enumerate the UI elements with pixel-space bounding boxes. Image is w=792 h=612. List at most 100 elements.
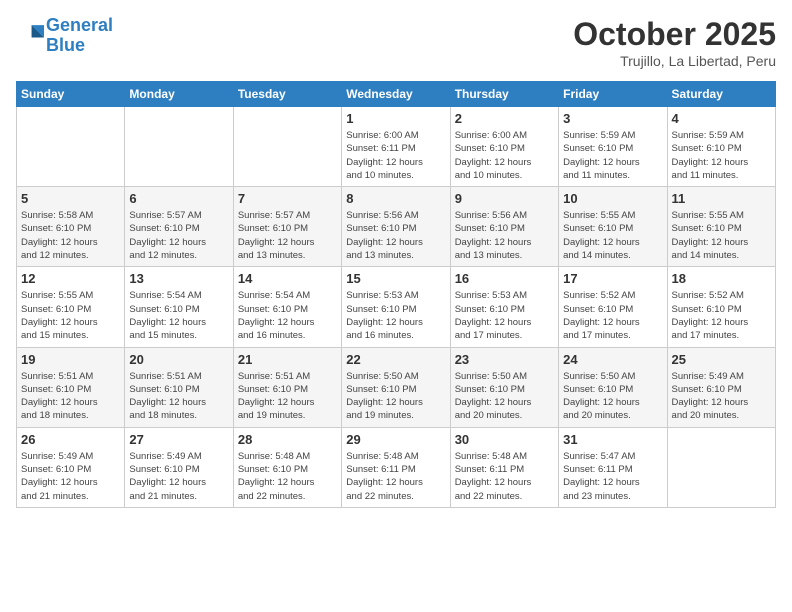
calendar-cell: 13 Sunrise: 5:54 AM Sunset: 6:10 PM Dayli… bbox=[125, 267, 233, 347]
calendar-cell: 29Sunrise: 5:48 AM Sunset: 6:11 PM Dayli… bbox=[342, 427, 450, 507]
calendar-cell: 23 Sunrise: 5:50 AM Sunset: 6:10 PM Dayli… bbox=[450, 347, 558, 427]
day-info: Sunrise: 5:53 AM Sunset: 6:10 PM Dayligh… bbox=[346, 289, 445, 342]
day-info: Sunrise: 5:48 AM Sunset: 6:10 PM Dayligh… bbox=[238, 450, 337, 503]
calendar-cell: 19 Sunrise: 5:51 AM Sunset: 6:10 PM Dayli… bbox=[17, 347, 125, 427]
day-number: 7 bbox=[238, 191, 337, 206]
calendar-cell bbox=[125, 107, 233, 187]
day-info: Sunrise: 5:49 AM Sunset: 6:10 PM Dayligh… bbox=[21, 450, 120, 503]
logo-general: General bbox=[46, 15, 113, 35]
logo-text: General Blue bbox=[46, 16, 113, 56]
calendar-cell: 26 Sunrise: 5:49 AM Sunset: 6:10 PM Dayli… bbox=[17, 427, 125, 507]
day-number: 21 bbox=[238, 352, 337, 367]
calendar-cell bbox=[17, 107, 125, 187]
day-info: Sunrise: 5:48 AM Sunset: 6:11 PM Dayligh… bbox=[455, 450, 554, 503]
month-title: October 2025 bbox=[573, 16, 776, 53]
calendar-cell: 22Sunrise: 5:50 AM Sunset: 6:10 PM Dayli… bbox=[342, 347, 450, 427]
calendar-cell: 21Sunrise: 5:51 AM Sunset: 6:10 PM Dayli… bbox=[233, 347, 341, 427]
calendar-cell: 14 Sunrise: 5:54 AM Sunset: 6:10 PM Dayli… bbox=[233, 267, 341, 347]
day-number: 27 bbox=[129, 432, 228, 447]
day-number: 28 bbox=[238, 432, 337, 447]
day-info: Sunrise: 5:51 AM Sunset: 6:10 PM Dayligh… bbox=[21, 370, 120, 423]
day-number: 18 bbox=[672, 271, 771, 286]
day-info: Sunrise: 5:52 AM Sunset: 6:10 PM Dayligh… bbox=[672, 289, 771, 342]
day-info: Sunrise: 5:49 AM Sunset: 6:10 PM Dayligh… bbox=[672, 370, 771, 423]
calendar-cell: 6 Sunrise: 5:57 AM Sunset: 6:10 PM Daylig… bbox=[125, 187, 233, 267]
day-number: 16 bbox=[455, 271, 554, 286]
week-row-1: 1 Sunrise: 6:00 AM Sunset: 6:11 PM Daylig… bbox=[17, 107, 776, 187]
title-block: October 2025 Trujillo, La Libertad, Peru bbox=[573, 16, 776, 69]
day-number: 2 bbox=[455, 111, 554, 126]
day-number: 6 bbox=[129, 191, 228, 206]
calendar-cell: 16 Sunrise: 5:53 AM Sunset: 6:10 PM Dayli… bbox=[450, 267, 558, 347]
page-header: General Blue October 2025 Trujillo, La L… bbox=[16, 16, 776, 69]
calendar-cell: 5Sunrise: 5:58 AM Sunset: 6:10 PM Daylig… bbox=[17, 187, 125, 267]
week-row-5: 26 Sunrise: 5:49 AM Sunset: 6:10 PM Dayli… bbox=[17, 427, 776, 507]
day-info: Sunrise: 5:48 AM Sunset: 6:11 PM Dayligh… bbox=[346, 450, 445, 503]
day-number: 4 bbox=[672, 111, 771, 126]
calendar-cell: 2 Sunrise: 6:00 AM Sunset: 6:10 PM Daylig… bbox=[450, 107, 558, 187]
weekday-header-sunday: Sunday bbox=[17, 82, 125, 107]
calendar-cell: 12Sunrise: 5:55 AM Sunset: 6:10 PM Dayli… bbox=[17, 267, 125, 347]
day-number: 24 bbox=[563, 352, 662, 367]
calendar-cell: 15 Sunrise: 5:53 AM Sunset: 6:10 PM Dayli… bbox=[342, 267, 450, 347]
calendar-cell: 4 Sunrise: 5:59 AM Sunset: 6:10 PM Daylig… bbox=[667, 107, 775, 187]
weekday-header-row: SundayMondayTuesdayWednesdayThursdayFrid… bbox=[17, 82, 776, 107]
day-number: 14 bbox=[238, 271, 337, 286]
day-number: 1 bbox=[346, 111, 445, 126]
day-info: Sunrise: 5:52 AM Sunset: 6:10 PM Dayligh… bbox=[563, 289, 662, 342]
week-row-4: 19 Sunrise: 5:51 AM Sunset: 6:10 PM Dayli… bbox=[17, 347, 776, 427]
day-number: 9 bbox=[455, 191, 554, 206]
day-number: 19 bbox=[21, 352, 120, 367]
calendar-cell: 3Sunrise: 5:59 AM Sunset: 6:10 PM Daylig… bbox=[559, 107, 667, 187]
weekday-header-friday: Friday bbox=[559, 82, 667, 107]
day-number: 20 bbox=[129, 352, 228, 367]
day-info: Sunrise: 5:59 AM Sunset: 6:10 PM Dayligh… bbox=[672, 129, 771, 182]
day-info: Sunrise: 5:54 AM Sunset: 6:10 PM Dayligh… bbox=[129, 289, 228, 342]
day-number: 26 bbox=[21, 432, 120, 447]
day-info: Sunrise: 5:55 AM Sunset: 6:10 PM Dayligh… bbox=[563, 209, 662, 262]
location: Trujillo, La Libertad, Peru bbox=[573, 53, 776, 69]
day-info: Sunrise: 6:00 AM Sunset: 6:10 PM Dayligh… bbox=[455, 129, 554, 182]
day-info: Sunrise: 5:49 AM Sunset: 6:10 PM Dayligh… bbox=[129, 450, 228, 503]
calendar-cell: 27 Sunrise: 5:49 AM Sunset: 6:10 PM Dayli… bbox=[125, 427, 233, 507]
logo-icon bbox=[16, 22, 44, 50]
day-info: Sunrise: 5:56 AM Sunset: 6:10 PM Dayligh… bbox=[455, 209, 554, 262]
day-info: Sunrise: 5:57 AM Sunset: 6:10 PM Dayligh… bbox=[238, 209, 337, 262]
weekday-header-monday: Monday bbox=[125, 82, 233, 107]
day-number: 13 bbox=[129, 271, 228, 286]
day-number: 17 bbox=[563, 271, 662, 286]
day-info: Sunrise: 5:51 AM Sunset: 6:10 PM Dayligh… bbox=[129, 370, 228, 423]
calendar-cell: 31Sunrise: 5:47 AM Sunset: 6:11 PM Dayli… bbox=[559, 427, 667, 507]
calendar-cell: 8 Sunrise: 5:56 AM Sunset: 6:10 PM Daylig… bbox=[342, 187, 450, 267]
day-number: 11 bbox=[672, 191, 771, 206]
day-info: Sunrise: 5:57 AM Sunset: 6:10 PM Dayligh… bbox=[129, 209, 228, 262]
day-info: Sunrise: 5:54 AM Sunset: 6:10 PM Dayligh… bbox=[238, 289, 337, 342]
day-info: Sunrise: 5:53 AM Sunset: 6:10 PM Dayligh… bbox=[455, 289, 554, 342]
calendar-cell: 1 Sunrise: 6:00 AM Sunset: 6:11 PM Daylig… bbox=[342, 107, 450, 187]
logo: General Blue bbox=[16, 16, 113, 56]
day-number: 31 bbox=[563, 432, 662, 447]
calendar-cell: 17 Sunrise: 5:52 AM Sunset: 6:10 PM Dayli… bbox=[559, 267, 667, 347]
calendar-cell: 18 Sunrise: 5:52 AM Sunset: 6:10 PM Dayli… bbox=[667, 267, 775, 347]
week-row-3: 12Sunrise: 5:55 AM Sunset: 6:10 PM Dayli… bbox=[17, 267, 776, 347]
day-number: 23 bbox=[455, 352, 554, 367]
day-number: 8 bbox=[346, 191, 445, 206]
day-number: 22 bbox=[346, 352, 445, 367]
logo-blue: Blue bbox=[46, 36, 113, 56]
calendar-cell: 7 Sunrise: 5:57 AM Sunset: 6:10 PM Daylig… bbox=[233, 187, 341, 267]
calendar-cell: 9 Sunrise: 5:56 AM Sunset: 6:10 PM Daylig… bbox=[450, 187, 558, 267]
day-number: 25 bbox=[672, 352, 771, 367]
day-info: Sunrise: 5:50 AM Sunset: 6:10 PM Dayligh… bbox=[563, 370, 662, 423]
calendar-cell: 20 Sunrise: 5:51 AM Sunset: 6:10 PM Dayli… bbox=[125, 347, 233, 427]
calendar-cell bbox=[667, 427, 775, 507]
day-number: 15 bbox=[346, 271, 445, 286]
calendar-cell: 24 Sunrise: 5:50 AM Sunset: 6:10 PM Dayli… bbox=[559, 347, 667, 427]
calendar-table: SundayMondayTuesdayWednesdayThursdayFrid… bbox=[16, 81, 776, 508]
day-info: Sunrise: 5:56 AM Sunset: 6:10 PM Dayligh… bbox=[346, 209, 445, 262]
calendar-cell bbox=[233, 107, 341, 187]
calendar-cell: 11Sunrise: 5:55 AM Sunset: 6:10 PM Dayli… bbox=[667, 187, 775, 267]
day-info: Sunrise: 5:50 AM Sunset: 6:10 PM Dayligh… bbox=[455, 370, 554, 423]
day-info: Sunrise: 5:59 AM Sunset: 6:10 PM Dayligh… bbox=[563, 129, 662, 182]
day-info: Sunrise: 6:00 AM Sunset: 6:11 PM Dayligh… bbox=[346, 129, 445, 182]
week-row-2: 5Sunrise: 5:58 AM Sunset: 6:10 PM Daylig… bbox=[17, 187, 776, 267]
